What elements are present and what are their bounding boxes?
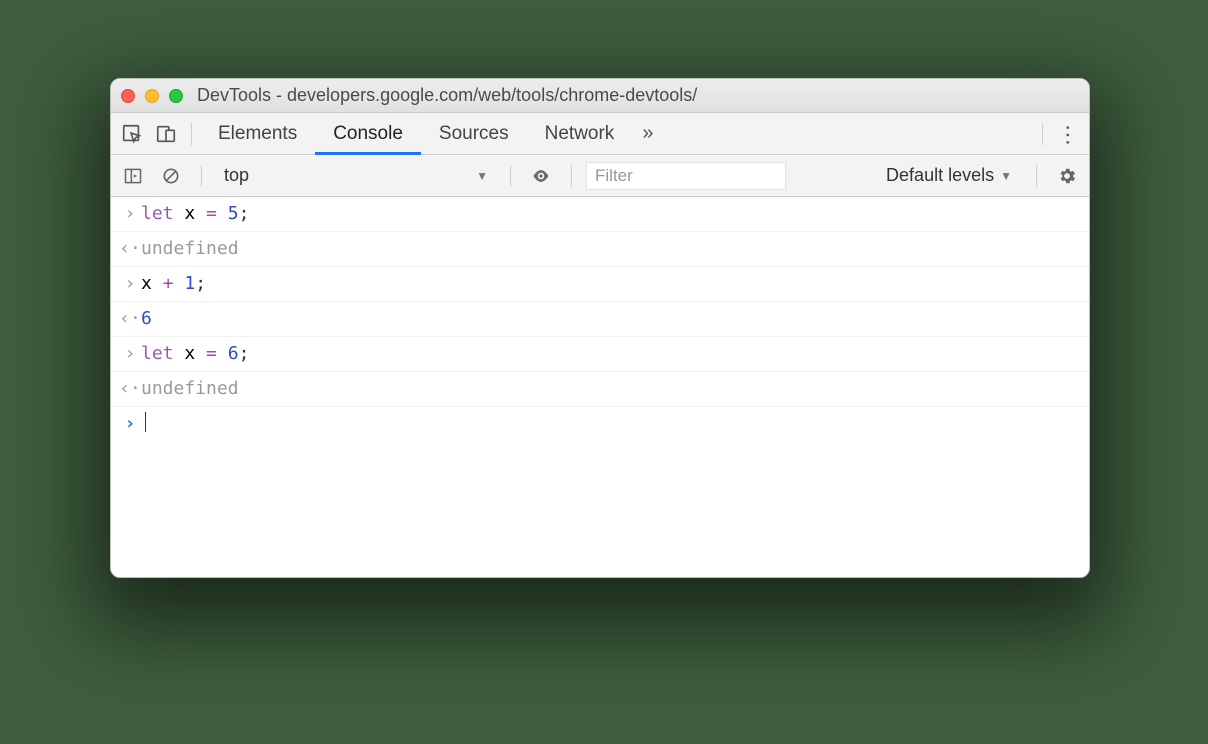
devtools-window: DevTools - developers.google.com/web/too… — [110, 78, 1090, 578]
code-content: undefined — [141, 376, 239, 402]
inspect-element-icon[interactable] — [115, 113, 149, 155]
filter-input[interactable] — [586, 162, 786, 190]
tab-elements[interactable]: Elements — [200, 113, 315, 155]
clear-console-icon[interactable] — [155, 155, 187, 197]
prompt-out-icon: ‹· — [119, 236, 141, 262]
console-input-line: ›x + 1; — [111, 267, 1089, 302]
console-input-line: ›let x = 5; — [111, 197, 1089, 232]
console-input[interactable] — [141, 411, 146, 437]
console-settings-icon[interactable] — [1051, 155, 1083, 197]
prompt-out-icon: ‹· — [119, 306, 141, 332]
console-output-line: ‹·undefined — [111, 372, 1089, 407]
live-expression-icon[interactable] — [525, 155, 557, 197]
separator — [1036, 165, 1037, 187]
separator — [191, 123, 192, 145]
more-options-button[interactable]: ⋯ — [1051, 121, 1085, 147]
kebab-icon: ⋯ — [1055, 124, 1081, 144]
separator — [571, 165, 572, 187]
tab-network[interactable]: Network — [527, 113, 633, 155]
close-window-button[interactable] — [121, 89, 135, 103]
main-tabs-bar: Elements Console Sources Network » ⋯ — [111, 113, 1089, 155]
execution-context-selector[interactable]: top ▼ — [216, 162, 496, 190]
show-console-sidebar-icon[interactable] — [117, 155, 149, 197]
log-levels-label: Default levels — [886, 165, 994, 186]
code-content: undefined — [141, 236, 239, 262]
titlebar: DevTools - developers.google.com/web/too… — [111, 79, 1089, 113]
maximize-window-button[interactable] — [169, 89, 183, 103]
console-output-line: ‹·undefined — [111, 232, 1089, 267]
console-output: ›let x = 5;‹·undefined›x + 1;‹·6›let x =… — [111, 197, 1089, 441]
console-input-line: ›let x = 6; — [111, 337, 1089, 372]
prompt-out-icon: ‹· — [119, 376, 141, 402]
tab-console[interactable]: Console — [315, 113, 421, 155]
console-output-line: ‹·6 — [111, 302, 1089, 337]
console-toolbar: top ▼ Default levels ▼ — [111, 155, 1089, 197]
separator — [201, 165, 202, 187]
dropdown-triangle-icon: ▼ — [476, 169, 488, 183]
minimize-window-button[interactable] — [145, 89, 159, 103]
prompt-in-icon: › — [119, 271, 141, 297]
toggle-device-toolbar-icon[interactable] — [149, 113, 183, 155]
prompt-in-icon: › — [119, 201, 141, 227]
execution-context-value: top — [224, 165, 249, 186]
code-content: 6 — [141, 306, 152, 332]
code-content: x + 1; — [141, 271, 206, 297]
code-content: let x = 6; — [141, 341, 249, 367]
log-levels-selector[interactable]: Default levels ▼ — [876, 165, 1022, 186]
console-prompt-line[interactable]: › — [111, 407, 1089, 441]
tab-sources[interactable]: Sources — [421, 113, 527, 155]
tabs-overflow-button[interactable]: » — [632, 122, 663, 145]
separator — [1042, 123, 1043, 145]
code-content: let x = 5; — [141, 201, 249, 227]
separator — [510, 165, 511, 187]
dropdown-triangle-icon: ▼ — [1000, 169, 1012, 183]
window-controls — [121, 89, 183, 103]
prompt-active-icon: › — [119, 411, 141, 437]
window-title: DevTools - developers.google.com/web/too… — [197, 85, 1079, 106]
prompt-in-icon: › — [119, 341, 141, 367]
